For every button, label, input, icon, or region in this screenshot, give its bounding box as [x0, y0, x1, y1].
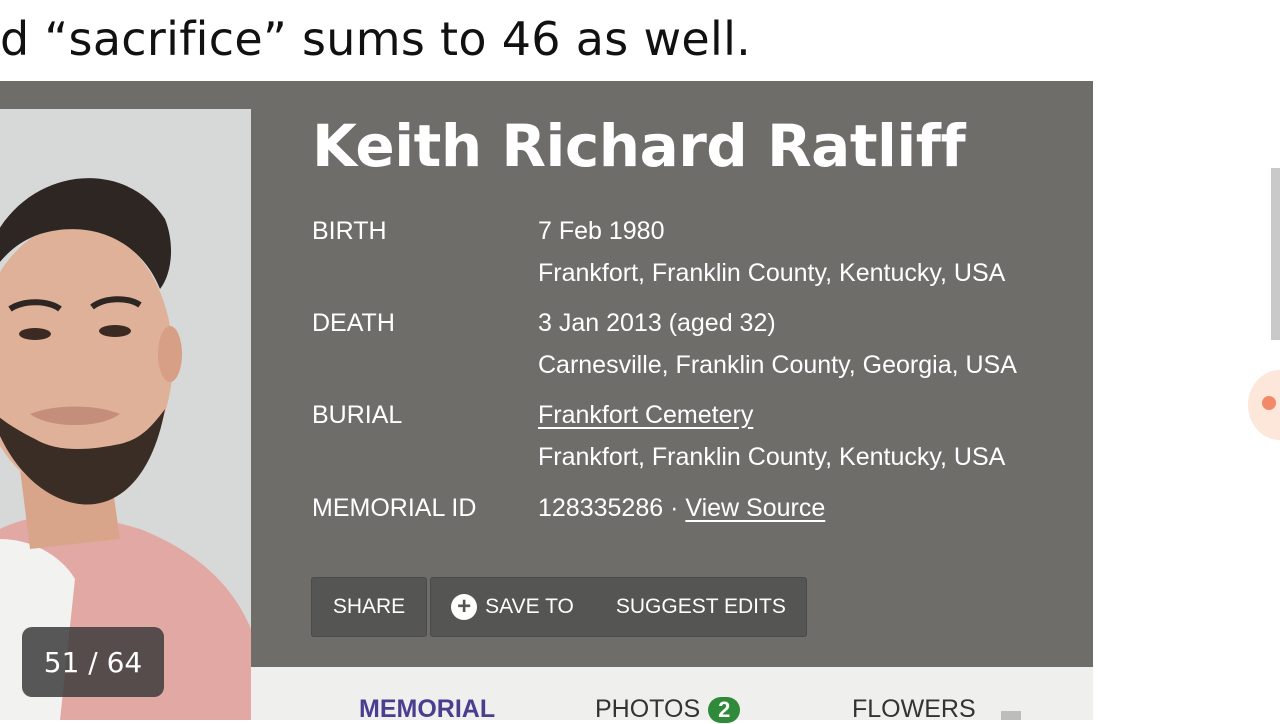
suggest-edits-label: SUGGEST EDITS: [615, 595, 786, 618]
memorial-name: Keith Richard Ratliff: [312, 112, 966, 180]
share-button[interactable]: SHARE: [311, 577, 427, 637]
slide-caption: d “sacrifice” sums to 46 as well.: [0, 12, 752, 66]
record-dot-icon: [1262, 396, 1276, 410]
burial-label: BURIAL: [312, 401, 403, 429]
memorial-id-label: MEMORIAL ID: [312, 494, 477, 522]
slide-counter: 51 / 64: [22, 627, 164, 697]
suggest-edits-button[interactable]: SUGGEST EDITS: [596, 578, 808, 636]
burial-place: Frankfort, Franklin County, Kentucky, US…: [538, 443, 1006, 471]
memorial-tabs: MEMORIAL PHOTOS 2 FLOWERS: [251, 667, 1093, 723]
memorial-id-value: 128335286: [538, 494, 664, 522]
death-date: 3 Jan 2013 (aged 32): [538, 309, 776, 337]
view-source-link[interactable]: View Source: [685, 494, 825, 522]
cemetery-link[interactable]: Frankfort Cemetery: [538, 401, 753, 430]
birth-place: Frankfort, Franklin County, Kentucky, US…: [538, 259, 1006, 287]
scrollbar[interactable]: [1271, 168, 1280, 340]
save-to-label: SAVE TO: [485, 595, 574, 618]
birth-label: BIRTH: [312, 217, 387, 245]
memorial-id-separator: ·: [670, 494, 679, 522]
photos-count-badge: 2: [708, 697, 741, 723]
tab-photos-label: PHOTOS: [595, 695, 701, 723]
memorial-id-row: 128335286 · View Source: [538, 494, 825, 523]
plus-circle-icon: +: [451, 594, 478, 620]
action-button-group: + SAVE TO SUGGEST EDITS: [430, 577, 807, 637]
death-place: Carnesville, Franklin County, Georgia, U…: [538, 351, 1017, 379]
death-label: DEATH: [312, 309, 395, 337]
save-to-button[interactable]: + SAVE TO: [429, 578, 596, 636]
tab-overflow-indicator: [1001, 711, 1021, 720]
birth-date: 7 Feb 1980: [538, 217, 665, 245]
